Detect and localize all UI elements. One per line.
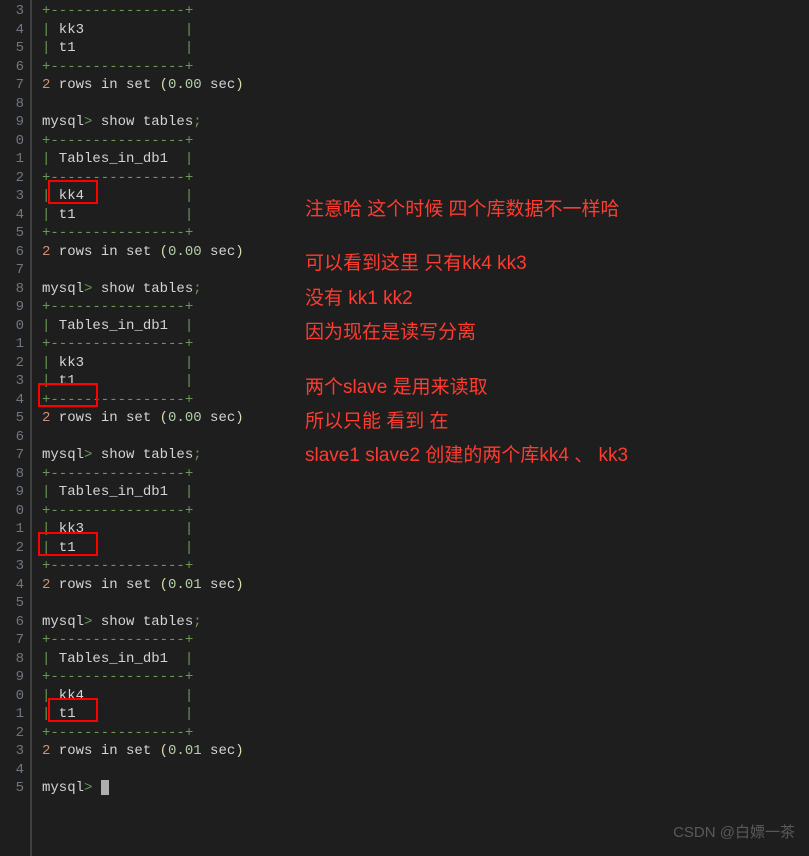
line-number: 9 [0, 298, 24, 317]
annotation-line: 所以只能 看到 在 [305, 407, 628, 437]
code-line [42, 761, 809, 780]
code-line: +----------------+ [42, 668, 809, 687]
code-line: 2 rows in set (0.00 sec) [42, 76, 809, 95]
line-number: 3 [0, 372, 24, 391]
annotation-line: 注意哈 这个时候 四个库数据不一样哈 [305, 195, 628, 225]
line-number: 5 [0, 409, 24, 428]
line-number: 5 [0, 224, 24, 243]
line-number: 5 [0, 39, 24, 58]
line-number: 3 [0, 2, 24, 21]
code-line: +----------------+ [42, 631, 809, 650]
line-number: 1 [0, 150, 24, 169]
annotation-line: 两个slave 是用来读取 [305, 373, 628, 403]
code-line: | Tables_in_db1 | [42, 150, 809, 169]
line-number: 1 [0, 520, 24, 539]
code-line: | kk3 | [42, 21, 809, 40]
line-number: 6 [0, 58, 24, 77]
line-number: 8 [0, 465, 24, 484]
annotation-line: 因为现在是读写分离 [305, 318, 628, 348]
code-line: | Tables_in_db1 | [42, 650, 809, 669]
code-line: +----------------+ [42, 2, 809, 21]
code-line: | kk3 | [42, 520, 809, 539]
annotation-line: 可以看到这里 只有kk4 kk3 [305, 249, 628, 279]
line-number: 6 [0, 243, 24, 262]
code-line: | Tables_in_db1 | [42, 483, 809, 502]
code-line: mysql> [42, 779, 809, 798]
code-line: mysql> show tables; [42, 113, 809, 132]
line-number: 2 [0, 724, 24, 743]
line-number: 0 [0, 687, 24, 706]
code-line: mysql> show tables; [42, 613, 809, 632]
code-line: +----------------+ [42, 58, 809, 77]
line-number: 2 [0, 354, 24, 373]
code-line: +----------------+ [42, 724, 809, 743]
line-number: 3 [0, 187, 24, 206]
annotation-line: slave1 slave2 创建的两个库kk4 、 kk3 [305, 441, 628, 471]
code-line: 2 rows in set (0.01 sec) [42, 742, 809, 761]
line-number: 9 [0, 668, 24, 687]
code-line: +----------------+ [42, 557, 809, 576]
line-number: 7 [0, 76, 24, 95]
annotation-line: 没有 kk1 kk2 [305, 284, 628, 314]
line-number: 3 [0, 557, 24, 576]
line-number: 4 [0, 761, 24, 780]
line-number: 7 [0, 631, 24, 650]
line-number: 4 [0, 391, 24, 410]
line-number: 8 [0, 95, 24, 114]
code-line: +----------------+ [42, 132, 809, 151]
code-line [42, 95, 809, 114]
line-number: 4 [0, 21, 24, 40]
line-number: 8 [0, 650, 24, 669]
line-number: 6 [0, 428, 24, 447]
code-line: | t1 | [42, 39, 809, 58]
line-number: 3 [0, 742, 24, 761]
code-line: | t1 | [42, 539, 809, 558]
line-number: 2 [0, 169, 24, 188]
line-number: 9 [0, 483, 24, 502]
line-number: 5 [0, 779, 24, 798]
code-line: | kk4 | [42, 687, 809, 706]
line-number-gutter: 3456789012345678901234567890123456789012… [0, 0, 30, 856]
line-number: 2 [0, 539, 24, 558]
line-number: 4 [0, 206, 24, 225]
line-number: 6 [0, 613, 24, 632]
line-number: 9 [0, 113, 24, 132]
code-line: +----------------+ [42, 169, 809, 188]
code-line [42, 594, 809, 613]
line-number: 7 [0, 446, 24, 465]
line-number: 7 [0, 261, 24, 280]
line-number: 1 [0, 705, 24, 724]
line-number: 8 [0, 280, 24, 299]
annotation-overlay: 注意哈 这个时候 四个库数据不一样哈 可以看到这里 只有kk4 kk3 没有 k… [305, 195, 628, 476]
line-number: 4 [0, 576, 24, 595]
code-line: 2 rows in set (0.01 sec) [42, 576, 809, 595]
line-number: 0 [0, 502, 24, 521]
code-line: +----------------+ [42, 502, 809, 521]
line-number: 0 [0, 132, 24, 151]
line-number: 1 [0, 335, 24, 354]
code-line: | t1 | [42, 705, 809, 724]
line-number: 0 [0, 317, 24, 336]
line-number: 5 [0, 594, 24, 613]
